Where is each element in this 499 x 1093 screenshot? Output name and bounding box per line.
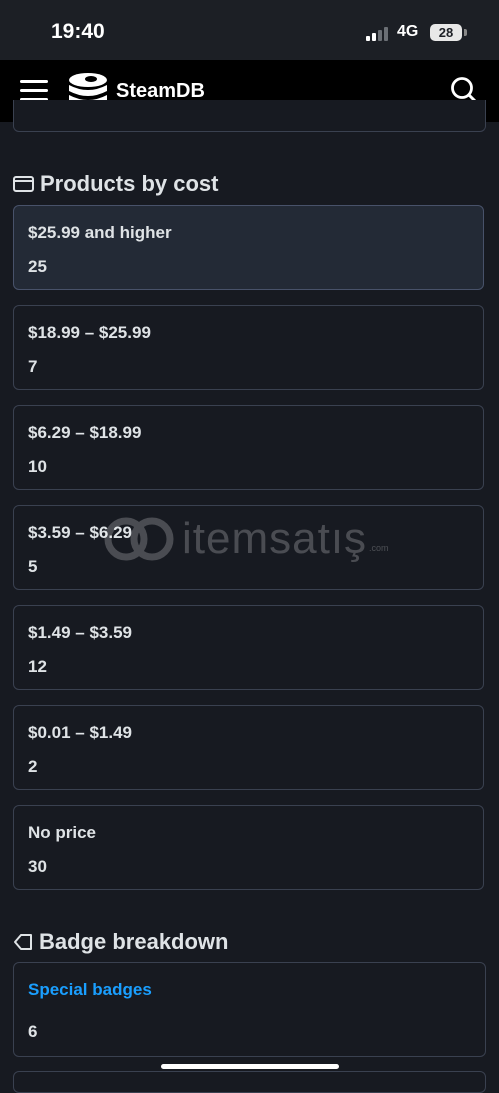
price-range-label: $6.29 – $18.99 [28, 423, 142, 442]
network-type: 4G [397, 23, 419, 40]
home-indicator[interactable] [161, 1064, 339, 1069]
special-badges-link[interactable]: Special badges [28, 980, 152, 1000]
previous-card [13, 100, 486, 132]
price-range-label: $1.49 – $3.59 [28, 623, 132, 642]
watermark-suffix: .com [369, 543, 389, 553]
watermark-text: itemsatış [182, 514, 368, 563]
price-range-count: 30 [28, 857, 47, 876]
price-range-count: 10 [28, 457, 47, 476]
price-range-label: No price [28, 823, 97, 842]
price-range-card[interactable]: $25.99 and higher 25 [13, 205, 484, 290]
section-title-text: Products by cost [40, 171, 219, 196]
section-title-text: Badge breakdown [39, 929, 229, 954]
price-range-count: 7 [28, 357, 38, 376]
battery-icon: 28 [430, 24, 462, 41]
price-range-card[interactable]: $1.49 – $3.59 12 [13, 605, 484, 690]
price-range-card[interactable]: $0.01 – $1.49 2 [13, 705, 484, 790]
price-range-count: 25 [28, 257, 47, 276]
battery-nub [464, 29, 467, 36]
watermark-icon [104, 517, 174, 561]
price-range-label: $25.99 and higher [28, 223, 172, 242]
price-range-count: 5 [28, 557, 38, 576]
special-badges-card: Special badges 6 [13, 962, 486, 1057]
price-range-card[interactable]: No price 30 [13, 805, 484, 890]
wallet-icon [13, 176, 34, 192]
price-range-count: 12 [28, 657, 47, 676]
watermark-logo: itemsatış .com [104, 514, 404, 564]
next-card [13, 1071, 486, 1093]
signal-icon [366, 25, 392, 41]
price-range-card[interactable]: $18.99 – $25.99 7 [13, 305, 484, 390]
status-time: 19:40 [51, 20, 105, 43]
special-badges-count: 6 [28, 1022, 38, 1041]
section-title-products-by-cost: Products by cost [13, 171, 218, 197]
price-range-label: $0.01 – $1.49 [28, 723, 132, 742]
status-bar: 19:40 4G 28 [0, 0, 499, 60]
price-range-label: $18.99 – $25.99 [28, 323, 151, 342]
menu-icon[interactable] [20, 78, 48, 102]
section-title-badge-breakdown: Badge breakdown [13, 929, 228, 955]
price-range-count: 2 [28, 757, 38, 776]
tag-icon [14, 934, 32, 950]
price-range-card[interactable]: $6.29 – $18.99 10 [13, 405, 484, 490]
